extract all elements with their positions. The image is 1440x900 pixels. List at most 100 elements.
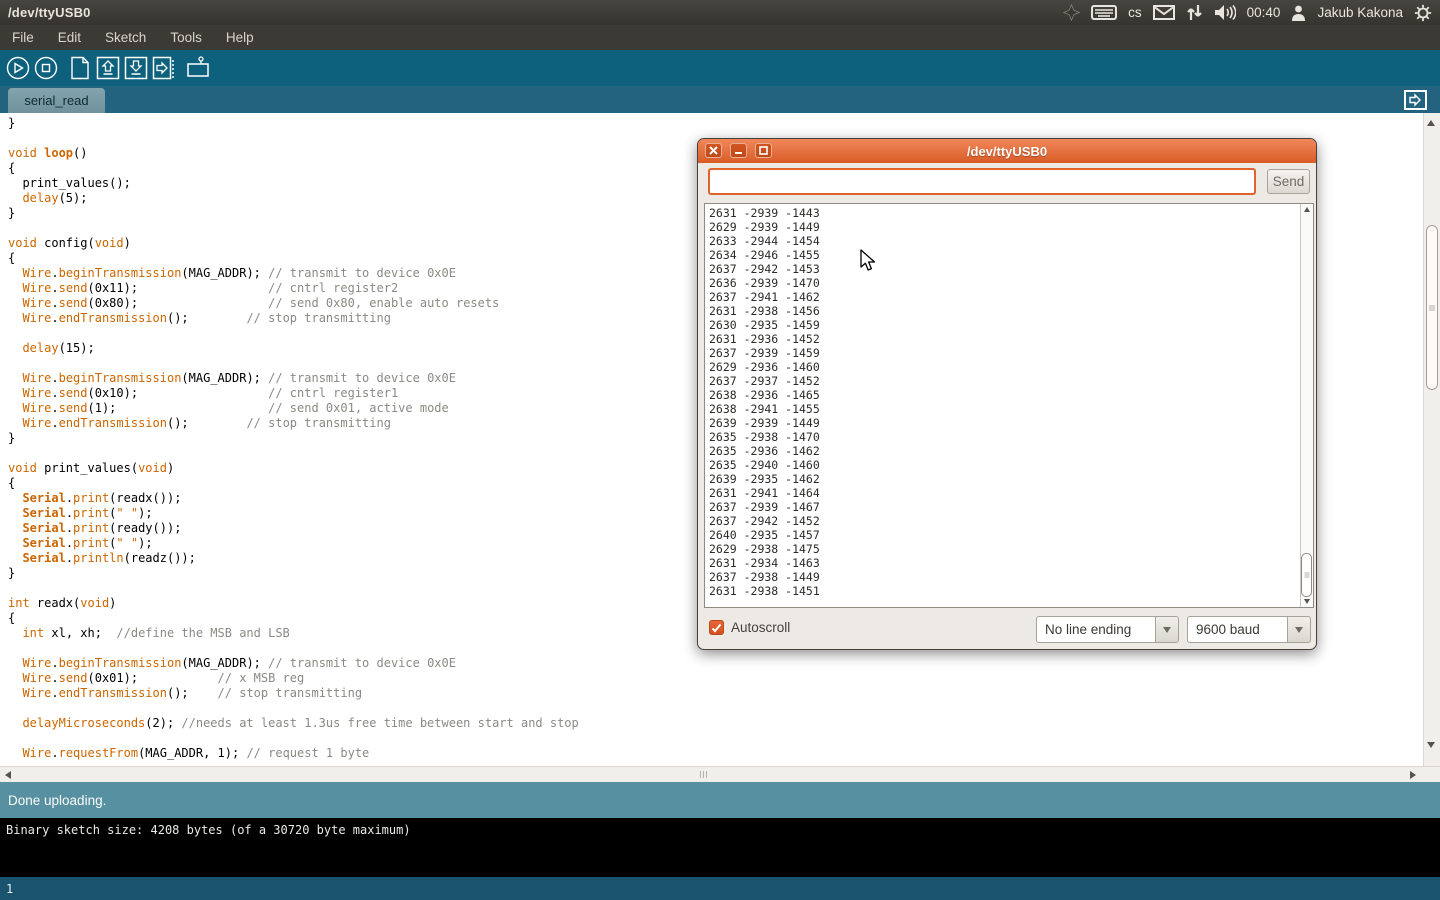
code-line: int readx(void) <box>8 596 579 611</box>
code-line: { <box>8 251 579 266</box>
menu-item-file[interactable]: File <box>10 30 36 45</box>
maximize-button[interactable] <box>755 143 772 158</box>
user-icon <box>1291 5 1306 21</box>
save-sketch-button[interactable] <box>122 55 150 81</box>
serial-scroll-up-icon[interactable] <box>1304 207 1310 212</box>
code-line: Wire.endTransmission(); // stop transmit… <box>8 311 579 326</box>
keyboard-icon[interactable] <box>1091 5 1117 20</box>
active-window-title: /dev/ttyUSB0 <box>8 5 91 20</box>
serial-monitor-window: /dev/ttyUSB0 <box>697 138 1317 650</box>
menu-item-sketch[interactable]: Sketch <box>103 30 148 45</box>
baud-rate-select[interactable]: 9600 baud <box>1187 616 1288 643</box>
baud-rate-dropdown-button[interactable] <box>1288 616 1311 643</box>
code-line: Wire.send(0x01); // x MSB reg <box>8 671 579 686</box>
right-arrow-icon <box>152 56 176 80</box>
menu-item-edit[interactable]: Edit <box>56 30 83 45</box>
line-ending-value: No line ending <box>1045 622 1131 637</box>
code-line: Serial.println(readz()); <box>8 551 579 566</box>
keyboard-layout-indicator[interactable]: cs <box>1128 5 1142 20</box>
scroll-left-arrow-icon[interactable] <box>5 771 11 779</box>
open-sketch-button[interactable] <box>94 55 122 81</box>
line-ending-dropdown-button[interactable] <box>1156 616 1179 643</box>
code-line <box>8 641 579 656</box>
new-sketch-button[interactable] <box>66 55 94 81</box>
menu-bar: File Edit Sketch Tools Help <box>0 25 1440 50</box>
verify-button[interactable] <box>4 55 32 81</box>
serial-output-text: 2631 -2939 -1443 2629 -2939 -1449 2633 -… <box>709 206 820 598</box>
code-line: Serial.print(readx()); <box>8 491 579 506</box>
stop-button[interactable] <box>32 55 60 81</box>
build-console: Binary sketch size: 4208 bytes (of a 307… <box>0 818 1440 877</box>
code-line: } <box>8 566 579 581</box>
status-bar: Done uploading. <box>0 782 1440 818</box>
code-line: { <box>8 161 579 176</box>
code-line: print_values(); <box>8 176 579 191</box>
system-indicators: cs 00:40 Jakub Kakona <box>1063 4 1432 22</box>
serial-scroll-down-icon[interactable] <box>1304 599 1310 604</box>
session-gear-icon[interactable] <box>1414 4 1432 22</box>
serial-send-row: Send <box>698 163 1316 206</box>
chevron-down-icon <box>1163 627 1171 633</box>
window-controls <box>705 143 772 158</box>
code-line: Serial.print(" "); <box>8 536 579 551</box>
clock[interactable]: 00:40 <box>1247 5 1281 20</box>
serial-monitor-controls: Autoscroll No line ending 9600 baud <box>698 616 1316 646</box>
code-line <box>8 356 579 371</box>
code-line <box>8 326 579 341</box>
code-line: Wire.endTransmission(); // stop transmit… <box>8 416 579 431</box>
system-top-bar: /dev/ttyUSB0 cs 00:40 <box>0 0 1440 25</box>
close-button[interactable] <box>705 143 722 158</box>
code-line <box>8 581 579 596</box>
editor-vertical-scrollbar-thumb[interactable] <box>1426 225 1438 390</box>
code-line: Wire.beginTransmission(MAG_ADDR); // tra… <box>8 371 579 386</box>
menu-item-tools[interactable]: Tools <box>168 30 204 45</box>
network-arrows-icon[interactable] <box>1186 4 1203 21</box>
send-button[interactable]: Send <box>1267 169 1310 194</box>
tab-bar: serial_read <box>0 86 1440 113</box>
code-line: } <box>8 431 579 446</box>
code-line: Wire.send(0x11); // cntrl register2 <box>8 281 579 296</box>
code-line: } <box>8 206 579 221</box>
console-text: Binary sketch size: 4208 bytes (of a 307… <box>6 823 411 837</box>
code-line: Wire.endTransmission(); // stop transmit… <box>8 686 579 701</box>
send-button-label: Send <box>1273 174 1305 189</box>
menu-item-help[interactable]: Help <box>224 30 256 45</box>
baud-rate-value: 9600 baud <box>1196 622 1260 637</box>
scroll-down-arrow-icon[interactable] <box>1427 742 1435 748</box>
tab-label: serial_read <box>24 93 88 108</box>
scroll-up-arrow-icon[interactable] <box>1427 120 1435 126</box>
serial-window-titlebar[interactable]: /dev/ttyUSB0 <box>698 139 1316 163</box>
tab-menu-button[interactable] <box>1404 90 1427 110</box>
code-line: Wire.requestFrom(MAG_ADDR, 1); // reques… <box>8 746 579 761</box>
indicator-star-icon[interactable] <box>1063 4 1080 21</box>
serial-output-area[interactable]: 2631 -2939 -1443 2629 -2939 -1449 2633 -… <box>704 203 1314 608</box>
check-icon <box>711 623 722 633</box>
stop-icon <box>34 56 58 80</box>
code-line <box>8 446 579 461</box>
volume-icon[interactable] <box>1214 4 1236 21</box>
user-name[interactable]: Jakub Kakona <box>1317 5 1403 20</box>
maximize-icon <box>759 146 768 155</box>
code-line: delayMicroseconds(2); //needs at least 1… <box>8 716 579 731</box>
code-line: } <box>8 116 579 131</box>
scroll-right-arrow-icon[interactable] <box>1410 771 1416 779</box>
autoscroll-checkbox[interactable] <box>709 620 724 635</box>
line-ending-select[interactable]: No line ending <box>1036 616 1156 643</box>
code-line <box>8 731 579 746</box>
serial-scrollbar[interactable] <box>1300 204 1313 607</box>
serial-monitor-button[interactable] <box>184 55 212 81</box>
serial-scrollbar-thumb[interactable] <box>1301 553 1312 597</box>
code-line: Wire.beginTransmission(MAG_ADDR); // tra… <box>8 266 579 281</box>
horizontal-scrollbar-grip[interactable] <box>700 771 707 778</box>
mail-icon[interactable] <box>1153 5 1175 20</box>
editor-horizontal-scrollbar[interactable] <box>0 766 1440 782</box>
toolbar <box>0 50 1440 86</box>
tab-serial-read[interactable]: serial_read <box>8 88 105 113</box>
upload-button[interactable] <box>150 55 178 81</box>
new-document-icon <box>69 56 91 80</box>
serial-input[interactable] <box>708 168 1256 195</box>
editor-vertical-scrollbar[interactable] <box>1423 113 1440 766</box>
code-line <box>8 701 579 716</box>
minimize-button[interactable] <box>730 143 747 158</box>
play-icon <box>6 56 30 80</box>
